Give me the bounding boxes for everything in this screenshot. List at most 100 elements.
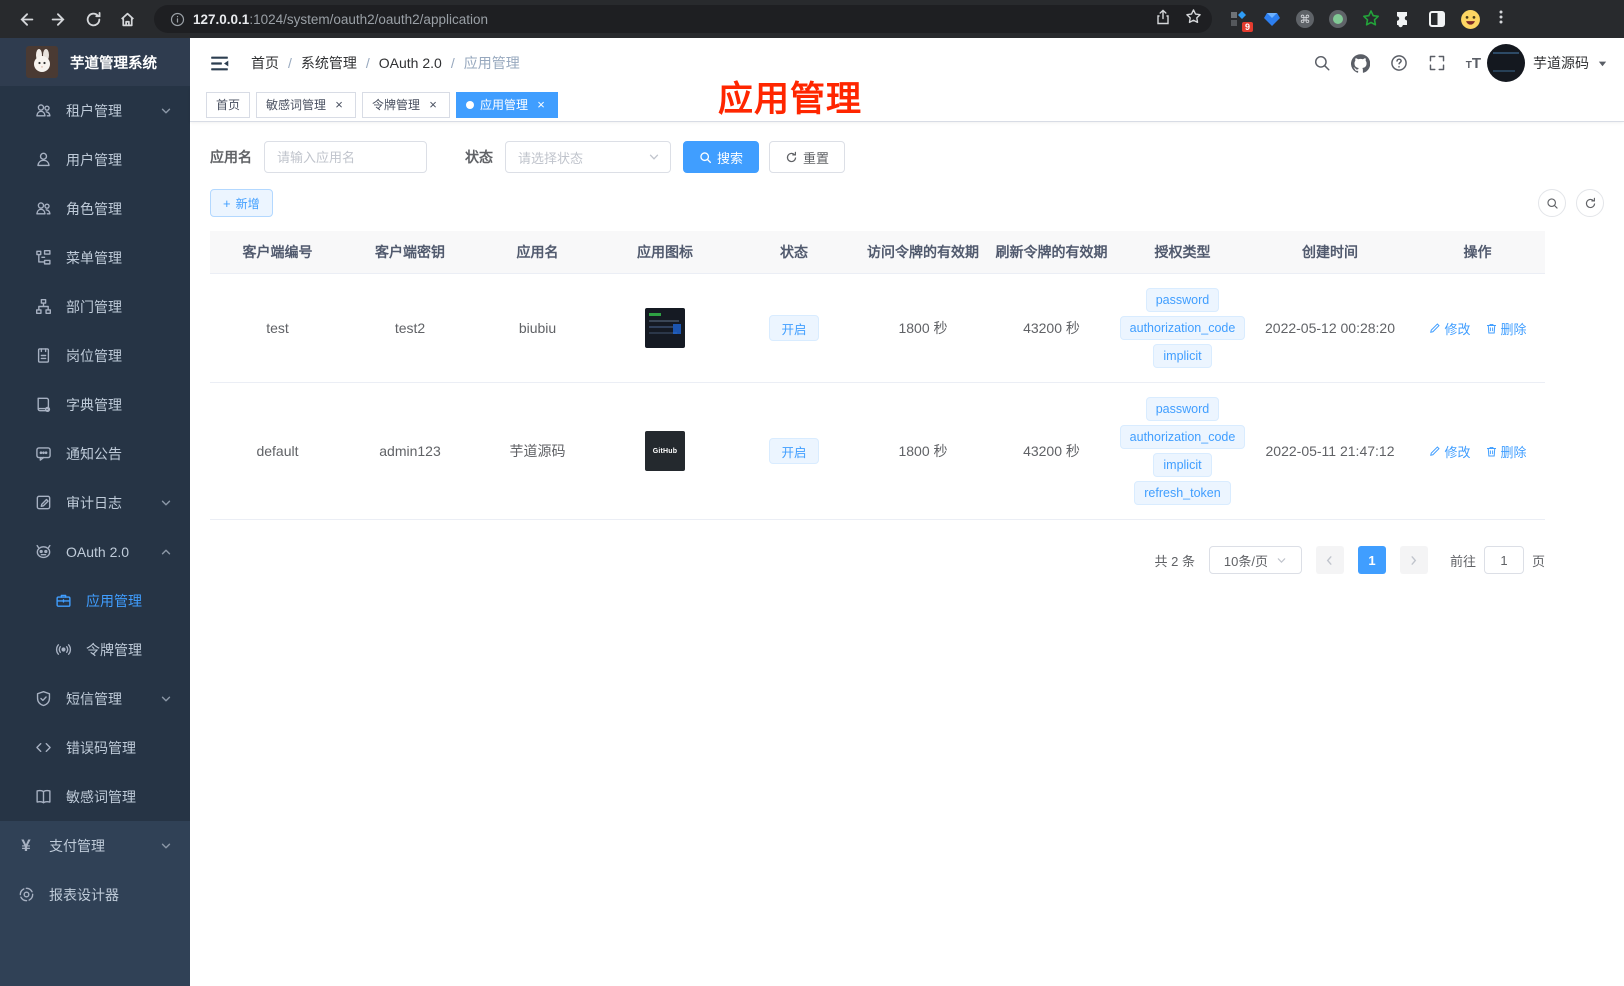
delete-button[interactable]: 删除 [1485, 442, 1527, 461]
sidebar-item-菜单管理[interactable]: 菜单管理 [0, 233, 190, 282]
sidebar-item-角色管理[interactable]: 角色管理 [0, 184, 190, 233]
share-icon[interactable] [1155, 8, 1171, 30]
sidebar-item-字典管理[interactable]: 字典管理 [0, 380, 190, 429]
app-logo[interactable]: 芋道管理系统 [0, 38, 190, 86]
applications-table: 客户端编号 客户端密钥 应用名 应用图标 状态 访问令牌的有效期 刷新令牌的有效期 授权类型 创… [210, 231, 1545, 520]
close-icon[interactable]: × [332, 98, 346, 112]
page-size-select[interactable]: 10条/页 [1208, 546, 1302, 574]
help-icon[interactable] [1390, 54, 1408, 72]
fontsize-icon[interactable]: TT [1466, 56, 1481, 71]
app-title: 芋道管理系统 [70, 55, 157, 72]
app-icon-screenshot [645, 308, 685, 348]
sidebar-item-审计日志[interactable]: 审计日志 [0, 478, 190, 527]
breadcrumb-separator: / [288, 55, 292, 71]
ext-split-square-icon[interactable] [1426, 8, 1448, 30]
breadcrumb-item: 应用管理 [463, 55, 520, 71]
sidebar-item-用户管理[interactable]: 用户管理 [0, 135, 190, 184]
search-icon[interactable] [1313, 54, 1331, 72]
edit-button[interactable]: 修改 [1428, 319, 1471, 338]
dict-icon [34, 396, 52, 414]
cell-created: 2022-05-11 21:47:12 [1265, 443, 1395, 459]
ext-emoji-icon[interactable] [1459, 8, 1481, 30]
breadcrumb-item[interactable]: OAuth 2.0 [379, 55, 442, 71]
tab-label: 首页 [216, 98, 241, 112]
tab-首页[interactable]: 首页 [206, 91, 251, 118]
column-header: 应用名 [516, 244, 559, 260]
ext-command-circle-icon[interactable]: ⌘ [1294, 8, 1316, 30]
goto-page-input[interactable] [1483, 546, 1524, 574]
delete-button[interactable]: 删除 [1485, 319, 1527, 338]
sms-shield-icon [34, 690, 52, 708]
ext-green-star-icon[interactable] [1360, 8, 1382, 30]
sidebar-item-租户管理[interactable]: 租户管理 [0, 86, 190, 135]
sidebar-item-应用管理[interactable]: 应用管理 [0, 576, 190, 625]
sidebar-item-label: 菜单管理 [66, 249, 122, 266]
reload-icon[interactable] [78, 4, 108, 34]
navbar-tools: TT [1313, 53, 1481, 73]
page-number-1[interactable]: 1 [1357, 546, 1386, 574]
sidebar-item-部门管理[interactable]: 部门管理 [0, 282, 190, 331]
sidebar-item-label: 令牌管理 [86, 641, 142, 658]
ext-gem-icon[interactable] [1261, 8, 1283, 30]
edit-button[interactable]: 修改 [1428, 442, 1471, 461]
sidebar-item-label: 用户管理 [66, 151, 122, 168]
sidebar-menu-system: 租户管理 用户管理 角色管理 菜单管理 部门管理 岗位管理 字典管理 通知公告 … [0, 86, 190, 821]
grant-type-tag: implicit [1153, 453, 1212, 477]
app-icon-github: GitHub [645, 431, 685, 471]
status-select[interactable]: 请选择状态 [505, 141, 671, 173]
bookmark-star-icon[interactable] [1185, 8, 1202, 30]
close-icon[interactable]: × [534, 98, 548, 112]
tab-应用管理[interactable]: 应用管理 × [456, 91, 559, 118]
active-dot [466, 100, 475, 109]
browser-menu-icon[interactable] [1493, 9, 1509, 30]
reset-button[interactable]: 重置 [769, 141, 846, 173]
back-icon[interactable] [10, 4, 40, 34]
site-info-icon[interactable] [170, 12, 185, 27]
caret-down-icon [1597, 58, 1608, 69]
goto-label: 前往 [1449, 553, 1476, 569]
tab-令牌管理[interactable]: 令牌管理 × [362, 91, 451, 118]
next-page-button[interactable] [1399, 546, 1428, 574]
hide-search-button[interactable] [1538, 189, 1566, 217]
cell-client-id: default [256, 443, 299, 459]
app-name-input[interactable] [264, 141, 427, 173]
tab-敏感词管理[interactable]: 敏感词管理 × [256, 91, 357, 118]
prev-page-button[interactable] [1315, 546, 1344, 574]
breadcrumb-item[interactable]: 系统管理 [301, 53, 357, 73]
browser-toolbar: 127.0.0.1:1024/system/oauth2/oauth2/appl… [0, 0, 1624, 38]
status-select-placeholder: 请选择状态 [518, 150, 584, 166]
ext-grid-diamond-icon[interactable]: 9 [1228, 8, 1253, 32]
user-name: 芋道源码 [1533, 55, 1589, 71]
add-button[interactable]: + 新增 [210, 189, 273, 217]
forward-icon[interactable] [44, 4, 74, 34]
grant-type-tag: authorization_code [1119, 316, 1246, 340]
search-button[interactable]: 搜索 [683, 141, 760, 173]
sidebar-item-报表设计器[interactable]: 报表设计器 [0, 870, 190, 919]
sidebar-item-令牌管理[interactable]: 令牌管理 [0, 625, 190, 674]
sidebar-toggle-icon[interactable] [204, 48, 235, 79]
refresh-table-button[interactable] [1576, 189, 1604, 217]
sidebar-item-错误码管理[interactable]: 错误码管理 [0, 723, 190, 772]
cell-access-ttl: 1800 秒 [898, 443, 948, 459]
sidebar-item-支付管理[interactable]: ¥ 支付管理 [0, 821, 190, 870]
fullscreen-icon[interactable] [1428, 54, 1446, 72]
sidebar-item-通知公告[interactable]: 通知公告 [0, 429, 190, 478]
sidebar-item-短信管理[interactable]: 短信管理 [0, 674, 190, 723]
ext-puzzle-icon[interactable] [1393, 8, 1415, 30]
breadcrumb-item[interactable]: 首页 [251, 53, 279, 73]
chevron-down-icon [160, 840, 172, 852]
user-menu[interactable]: 芋道源码 [1487, 44, 1608, 82]
cell-access-ttl: 1800 秒 [898, 320, 948, 336]
address-bar[interactable]: 127.0.0.1:1024/system/oauth2/oauth2/appl… [154, 5, 1212, 33]
sidebar-item-岗位管理[interactable]: 岗位管理 [0, 331, 190, 380]
ext-record-circle-icon[interactable] [1327, 8, 1349, 30]
home-icon[interactable] [112, 4, 142, 34]
sidebar-item-OAuth 2.0[interactable]: OAuth 2.0 [0, 527, 190, 576]
tab-label: 应用管理 [480, 98, 529, 112]
sidebar-item-label: 岗位管理 [66, 347, 122, 364]
close-icon[interactable]: × [426, 98, 440, 112]
ext-badge: 9 [1241, 22, 1253, 32]
filter-form: 应用名 状态 请选择状态 搜索 重置 [210, 141, 1604, 173]
sidebar-item-敏感词管理[interactable]: 敏感词管理 [0, 772, 190, 821]
github-icon[interactable] [1350, 53, 1370, 73]
